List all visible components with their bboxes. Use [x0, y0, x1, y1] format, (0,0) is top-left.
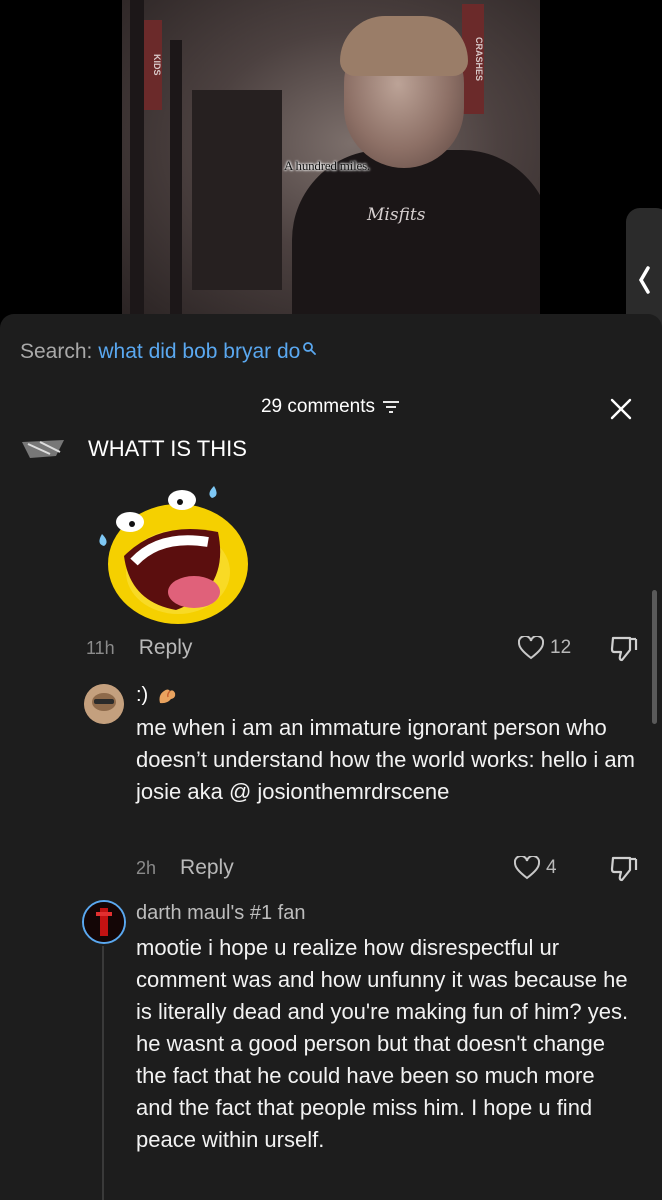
- close-icon: [610, 398, 632, 420]
- video-banner-left: KIDS: [144, 20, 162, 110]
- comments-count: 29 comments: [260, 396, 376, 417]
- reply-button[interactable]: Reply: [139, 636, 193, 660]
- like-count: 4: [546, 857, 557, 878]
- search-query-link[interactable]: what did bob bryar do: [98, 340, 300, 364]
- scrollbar[interactable]: [652, 590, 657, 724]
- reply-username[interactable]: :): [136, 684, 178, 707]
- video-bg-rack: [192, 90, 282, 290]
- avatar[interactable]: [84, 684, 124, 724]
- reply-text: mootie i hope u realize how disrespectfu…: [136, 935, 629, 1152]
- reply-meta: 2h Reply: [136, 856, 234, 880]
- like-button[interactable]: 12: [518, 636, 571, 660]
- avatar[interactable]: [20, 438, 66, 460]
- thread-line: [102, 946, 104, 1200]
- dislike-button[interactable]: [610, 634, 638, 669]
- video-person-shirt: [292, 150, 540, 318]
- heart-icon: [518, 636, 544, 660]
- video-shirt-text: Misfits: [367, 205, 426, 225]
- close-button[interactable]: [610, 398, 632, 425]
- comment-meta: 11h Reply: [86, 636, 192, 660]
- video-bg-rack: [170, 40, 182, 318]
- username-text: :): [136, 684, 149, 706]
- reply-button[interactable]: Reply: [180, 856, 234, 880]
- like-count: 12: [550, 637, 572, 658]
- chevron-left-icon: [638, 266, 650, 294]
- reply-text: me when i am an immature ignorant person…: [136, 715, 635, 804]
- reply-time: 2h: [136, 857, 157, 878]
- filter-icon[interactable]: [381, 399, 401, 415]
- search-prefix: Search:: [20, 340, 93, 363]
- heart-icon: [514, 856, 540, 880]
- video-bg-rack: [130, 0, 144, 318]
- avatar[interactable]: [82, 900, 126, 944]
- dislike-icon: [610, 636, 638, 662]
- like-button[interactable]: 4: [514, 856, 557, 880]
- comment-time: 11h: [86, 637, 115, 658]
- laughing-emoji-sticker: [99, 486, 248, 624]
- video-caption: A hundred miles.: [284, 158, 370, 173]
- comments-header: 29 comments: [0, 396, 662, 418]
- search-suggestion[interactable]: Search: what did bob bryar do: [20, 340, 317, 364]
- flexed-arm-emoji-icon: [159, 689, 176, 703]
- comments-sheet: Search: what did bob bryar do 29 comment…: [0, 314, 662, 1200]
- video-person-hair: [340, 16, 468, 76]
- dislike-icon: [610, 856, 638, 882]
- dislike-button[interactable]: [610, 854, 638, 889]
- search-icon: [303, 342, 317, 355]
- video-frame[interactable]: KIDS CRASHES Misfits A hundred miles.: [122, 0, 540, 318]
- comment-text: WHATT IS THIS: [88, 436, 247, 461]
- reply-username[interactable]: darth maul's #1 fan: [136, 902, 305, 925]
